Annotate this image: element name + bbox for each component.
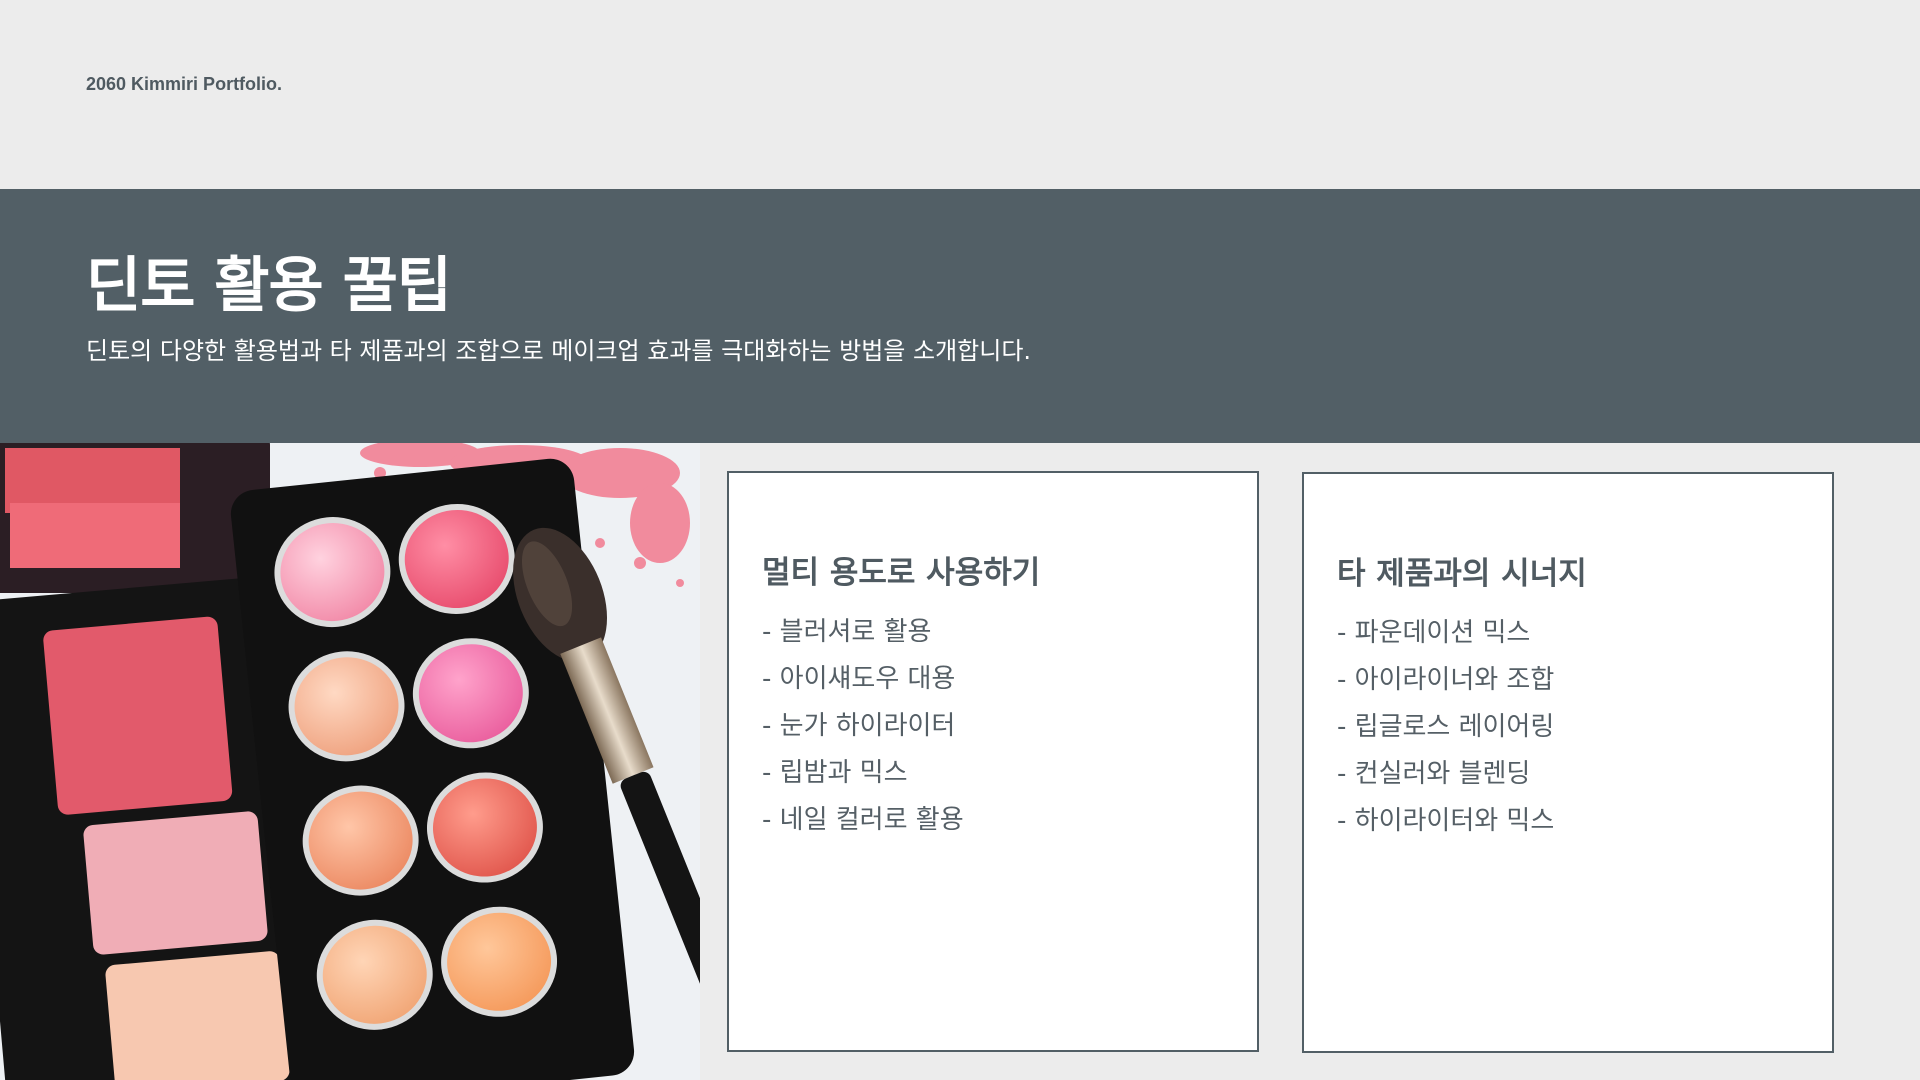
list-item: - 눈가 하이라이터 (762, 711, 956, 741)
card-synergy: 타 제품과의 시너지 - 파운데이션 믹스 - 아이라이너와 조합 - 립글로스… (1302, 472, 1834, 1053)
card-title: 타 제품과의 시너지 (1337, 556, 1587, 592)
card-multi-use: 멀티 용도로 사용하기 - 블러셔로 활용 - 아이섀도우 대용 - 눈가 하이… (727, 471, 1259, 1052)
list-item: - 컨실러와 블렌딩 (1337, 759, 1531, 789)
list-item: - 파운데이션 믹스 (1337, 618, 1531, 648)
tip-list: - 파운데이션 믹스 - 아이라이너와 조합 - 립글로스 레이어링 - 컨실러… (1337, 610, 1554, 845)
card-title: 멀티 용도로 사용하기 (762, 555, 1041, 591)
header-band: 딘토 활용 꿀팁 딘토의 다양한 활용법과 타 제품과의 조합으로 메이크업 효… (0, 189, 1920, 443)
list-item: - 립밤과 믹스 (762, 758, 908, 788)
list-item: - 아이라이너와 조합 (1337, 665, 1555, 695)
list-item: - 네일 컬러로 활용 (762, 805, 964, 835)
tip-list: - 블러셔로 활용 - 아이섀도우 대용 - 눈가 하이라이터 - 립밤과 믹스… (762, 609, 964, 844)
list-item: - 하이라이터와 믹스 (1337, 806, 1555, 836)
makeup-palette-photo (0, 443, 700, 1080)
list-item: - 아이섀도우 대용 (762, 664, 956, 694)
page-title: 딘토 활용 꿀팁 (86, 251, 452, 321)
page-subtitle: 딘토의 다양한 활용법과 타 제품과의 조합으로 메이크업 효과를 극대화하는 … (86, 337, 1032, 365)
brand-label: 2060 Kimmiri Portfolio. (86, 74, 283, 94)
list-item: - 블러셔로 활용 (762, 617, 932, 647)
list-item: - 립글로스 레이어링 (1337, 712, 1555, 742)
